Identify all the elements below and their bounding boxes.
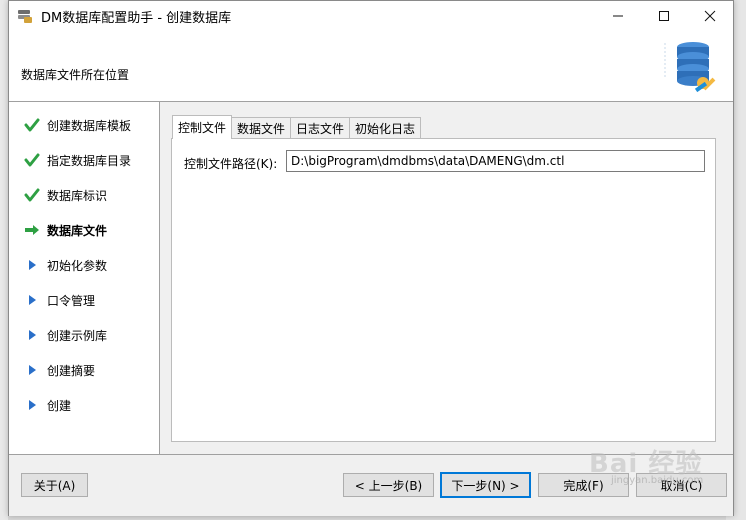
- title-bar: DM数据库配置助手 - 创建数据库: [9, 1, 733, 31]
- control-file-path-label: 控制文件路径(K):: [184, 157, 278, 171]
- wizard-header: 数据库文件所在位置: [9, 31, 733, 102]
- step-label: 创建示例库: [47, 328, 108, 343]
- step-item: 创建数据库模板: [23, 115, 131, 135]
- tab-strip: 控制文件 数据文件 日志文件 初始化日志: [172, 115, 422, 139]
- about-button[interactable]: 关于(A): [21, 473, 88, 497]
- step-item: 口令管理: [23, 290, 95, 310]
- cancel-button[interactable]: 取消(C): [636, 473, 727, 497]
- tab-data-file[interactable]: 数据文件: [231, 117, 292, 138]
- prev-button[interactable]: < 上一步(B): [343, 473, 434, 497]
- close-button[interactable]: [687, 1, 733, 31]
- step-label: 口令管理: [47, 293, 96, 308]
- window-controls: [595, 1, 733, 31]
- close-icon: [704, 10, 716, 22]
- step-item: 数据库标识: [23, 185, 107, 205]
- current-arrow-icon: [23, 222, 41, 238]
- check-icon: [23, 152, 41, 168]
- tab-control-file[interactable]: 控制文件: [172, 115, 233, 139]
- tab-log-file[interactable]: 日志文件: [290, 117, 351, 138]
- step-item: 创建示例库: [23, 325, 107, 345]
- tab-init-log[interactable]: 初始化日志: [349, 117, 422, 138]
- step-label: 创建摘要: [47, 363, 96, 378]
- wizard-footer: 关于(A) < 上一步(B) 下一步(N) > 完成(F) 取消(C): [9, 454, 733, 516]
- step-item: 创建摘要: [23, 360, 95, 380]
- step-item: 数据库文件: [23, 220, 107, 240]
- finish-button[interactable]: 完成(F): [538, 473, 629, 497]
- check-icon: [23, 187, 41, 203]
- dialog-window: DM数据库配置助手 - 创建数据库 数据库文件所在位置 创建数据库模板 指定数据…: [8, 0, 734, 516]
- triangle-right-icon: [23, 362, 41, 378]
- step-label: 创建数据库模板: [47, 118, 132, 133]
- step-label: 创建: [47, 398, 72, 413]
- app-icon: [17, 8, 33, 24]
- maximize-icon: [659, 11, 669, 21]
- step-item: 初始化参数: [23, 255, 107, 275]
- minimize-button[interactable]: [595, 1, 641, 31]
- step-label: 指定数据库目录: [47, 153, 132, 168]
- steps-panel: 创建数据库模板 指定数据库目录 数据库标识数据库文件初始化参数口令管理创建示例库创建…: [9, 102, 160, 454]
- check-icon: [23, 117, 41, 133]
- triangle-right-icon: [23, 397, 41, 413]
- control-file-tab-panel: 控制文件路径(K):: [171, 138, 716, 442]
- content-panel: 控制文件 数据文件 日志文件 初始化日志 控制文件路径(K):: [160, 102, 733, 454]
- triangle-right-icon: [23, 292, 41, 308]
- minimize-icon: [613, 15, 623, 17]
- control-file-path-input[interactable]: [286, 150, 705, 172]
- step-item: 创建: [23, 395, 71, 415]
- background-app-left: [0, 0, 8, 520]
- triangle-right-icon: [23, 257, 41, 273]
- header-title: 数据库文件所在位置: [21, 68, 130, 82]
- triangle-right-icon: [23, 327, 41, 343]
- step-label: 初始化参数: [47, 258, 108, 273]
- window-title: DM数据库配置助手 - 创建数据库: [41, 10, 232, 26]
- maximize-button[interactable]: [641, 1, 687, 31]
- next-button[interactable]: 下一步(N) >: [440, 472, 531, 498]
- step-item: 指定数据库目录: [23, 150, 131, 170]
- step-label: 数据库文件: [47, 223, 108, 238]
- database-illustration-icon: [664, 42, 716, 93]
- step-label: 数据库标识: [47, 188, 108, 203]
